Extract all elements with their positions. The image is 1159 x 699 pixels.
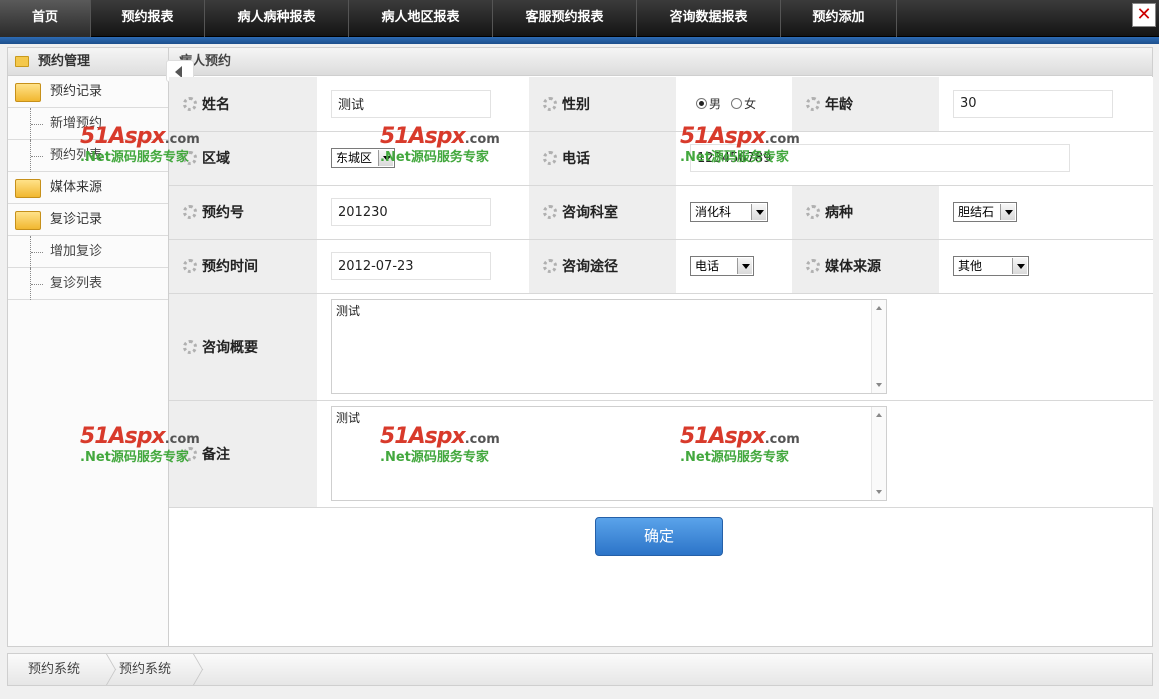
- tab-consult-report[interactable]: 咨询数据报表: [637, 0, 781, 37]
- age-input[interactable]: [953, 89, 1113, 118]
- chevron-right-icon: [94, 654, 106, 685]
- chevron-down-icon: [751, 204, 766, 220]
- gear-icon: [543, 96, 557, 111]
- remark-label: 备注: [169, 400, 317, 508]
- gender-female-label: 女: [744, 97, 757, 112]
- region-label: 区域: [169, 131, 317, 186]
- main-panel: 病人预约 姓名 性别 男 女 年龄 区域 东城区 电话 预约号 咨询科室 消化科…: [166, 47, 1153, 647]
- gear-icon: [183, 259, 197, 273]
- gear-icon: [543, 151, 557, 165]
- sidebar-item-label: 增加复诊: [50, 244, 103, 259]
- sidebar-item-label: 新增预约: [50, 116, 103, 131]
- age-label: 年龄: [792, 77, 939, 132]
- tab-home[interactable]: 首页: [0, 0, 91, 37]
- booking-form: 姓名 性别 男 女 年龄 区域 东城区 电话 预约号 咨询科室 消化科 病种 胆…: [169, 77, 1153, 508]
- top-nav: 首页 预约报表 病人病种报表 病人地区报表 客服预约报表 咨询数据报表 预约添加…: [0, 0, 1159, 37]
- sidebar-item-label: 复诊记录: [50, 212, 103, 227]
- chevron-right-icon: [181, 654, 193, 685]
- disease-label: 病种: [792, 185, 939, 240]
- sidebar-item-label: 预约记录: [50, 84, 103, 99]
- sidebar-title: 预约管理: [38, 54, 91, 69]
- sidebar-item-booking-records[interactable]: 预约记录: [8, 76, 168, 108]
- tree-line-icon: [30, 268, 44, 300]
- sidebar: 预约管理 预约记录 新增预约 预约列表 媒体来源 复诊记录 增加复诊 复诊列表: [7, 47, 169, 647]
- gear-icon: [183, 339, 197, 354]
- gear-icon: [806, 259, 820, 273]
- chevron-down-icon: [378, 150, 393, 166]
- summary-textarea[interactable]: 测试: [331, 299, 887, 394]
- gear-icon: [183, 446, 197, 461]
- gear-icon: [806, 96, 820, 111]
- gear-icon: [543, 205, 557, 219]
- accent-bar: [0, 37, 1159, 44]
- tab-booking-add[interactable]: 预约添加: [781, 0, 897, 37]
- scrollbar[interactable]: [871, 407, 886, 500]
- booking-no-input[interactable]: [331, 198, 491, 226]
- sidebar-item-add-followup[interactable]: 增加复诊: [8, 236, 168, 268]
- folder-open-icon: [15, 83, 41, 102]
- gear-icon: [183, 205, 197, 219]
- region-select[interactable]: 东城区: [331, 148, 395, 168]
- summary-label: 咨询概要: [169, 293, 317, 401]
- tab-disease-report[interactable]: 病人病种报表: [205, 0, 349, 37]
- booking-no-label: 预约号: [169, 185, 317, 240]
- gear-icon: [183, 151, 197, 165]
- tree-line-icon: [30, 236, 44, 268]
- breadcrumb-item[interactable]: 预约系统: [28, 654, 80, 685]
- disease-select[interactable]: 胆结石: [953, 202, 1017, 222]
- sidebar-item-new-booking[interactable]: 新增预约: [8, 108, 168, 140]
- close-icon[interactable]: ✕: [1132, 3, 1156, 27]
- folder-open-icon: [15, 179, 41, 198]
- phone-label: 电话: [529, 131, 676, 186]
- sidebar-item-label: 预约列表: [50, 148, 103, 163]
- name-label: 姓名: [169, 77, 317, 132]
- name-input[interactable]: [331, 89, 491, 118]
- gear-icon: [806, 205, 820, 219]
- tree-line-icon: [30, 140, 44, 172]
- submit-button[interactable]: 确定: [595, 517, 723, 556]
- folder-icon: [15, 56, 29, 67]
- sidebar-item-followup-list[interactable]: 复诊列表: [8, 268, 168, 300]
- tab-service-report[interactable]: 客服预约报表: [493, 0, 637, 37]
- phone-input[interactable]: [690, 144, 1070, 172]
- dept-select[interactable]: 消化科: [690, 202, 768, 222]
- sidebar-item-label: 媒体来源: [50, 180, 103, 195]
- channel-label: 咨询途径: [529, 239, 676, 294]
- sidebar-item-followup-records[interactable]: 复诊记录: [8, 204, 168, 236]
- gender-male-radio[interactable]: [696, 98, 707, 110]
- sidebar-header: 预约管理: [8, 48, 168, 76]
- chevron-down-icon: [1012, 258, 1027, 274]
- media-select[interactable]: 其他: [953, 256, 1029, 276]
- scrollbar[interactable]: [871, 300, 886, 393]
- media-label: 媒体来源: [792, 239, 939, 294]
- remark-textarea[interactable]: 测试: [331, 406, 887, 501]
- gender-label: 性别: [529, 77, 676, 132]
- gender-male-label: 男: [709, 97, 722, 112]
- sidebar-item-booking-list[interactable]: 预约列表: [8, 140, 168, 172]
- chevron-down-icon: [1000, 204, 1015, 220]
- gear-icon: [183, 96, 197, 111]
- tab-region-report[interactable]: 病人地区报表: [349, 0, 493, 37]
- sidebar-item-media-source[interactable]: 媒体来源: [8, 172, 168, 204]
- booking-time-label: 预约时间: [169, 239, 317, 294]
- breadcrumb: 预约系统 预约系统: [7, 653, 1153, 686]
- channel-select[interactable]: 电话: [690, 256, 754, 276]
- gender-female-radio[interactable]: [731, 98, 743, 110]
- sidebar-item-label: 复诊列表: [50, 276, 103, 291]
- folder-open-icon: [15, 211, 41, 230]
- panel-title: 病人预约: [169, 48, 1152, 76]
- gear-icon: [543, 259, 557, 273]
- chevron-down-icon: [737, 258, 752, 274]
- tab-booking-report[interactable]: 预约报表: [91, 0, 205, 37]
- breadcrumb-item[interactable]: 预约系统: [119, 654, 171, 685]
- booking-time-input[interactable]: [331, 252, 491, 280]
- dept-label: 咨询科室: [529, 185, 676, 240]
- tree-line-icon: [30, 108, 44, 140]
